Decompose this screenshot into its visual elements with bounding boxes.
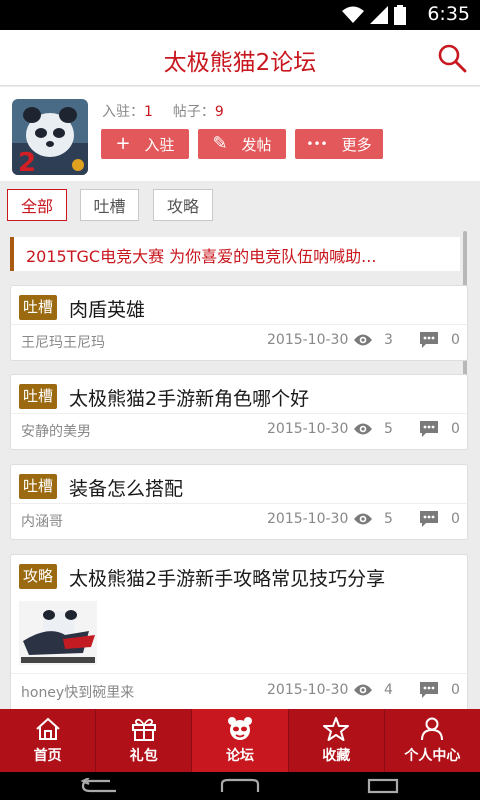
eye-icon xyxy=(354,513,372,525)
search-icon[interactable] xyxy=(436,42,468,74)
forum-profile: 2 入驻：1 帖子：9 + 入驻 ✎ 发帖 ••• 更多 xyxy=(0,87,480,181)
post-card[interactable]: 吐槽 装备怎么搭配 内涵哥 2015-10-30 5 0 xyxy=(10,464,468,540)
post-date: 2015-10-30 xyxy=(267,682,349,698)
post-card[interactable]: 攻略 太极熊猫2手游新手攻略常见技巧分享 honey快到碗里来 2015-10-… xyxy=(10,554,468,709)
tab-forum-label: 论坛 xyxy=(226,748,254,764)
post-thumbnail xyxy=(19,601,97,665)
forum-stats: 入驻：1 帖子：9 xyxy=(102,101,224,121)
announcement-text: 2015TGC电竞大赛 为你喜爱的电竞队伍呐喊助... xyxy=(26,247,377,266)
post-title: 装备怎么搭配 xyxy=(69,478,184,500)
post-date: 2015-10-30 xyxy=(267,511,349,527)
tab-gifts-label: 礼包 xyxy=(129,748,158,764)
post-views: 5 xyxy=(384,511,393,527)
post-title: 太极熊猫2手游新角色哪个好 xyxy=(69,388,310,410)
post-comments: 0 xyxy=(451,511,460,527)
tab-profile[interactable]: 个人中心 xyxy=(385,709,480,772)
user-icon xyxy=(421,717,444,741)
post-comments: 0 xyxy=(451,682,460,698)
post-list[interactable]: 2015TGC电竞大赛 为你喜爱的电竞队伍呐喊助... 吐槽 肉盾英雄 王尼玛王… xyxy=(0,229,480,709)
home-button-icon[interactable] xyxy=(218,778,262,794)
posts-label: 帖子： xyxy=(172,104,215,120)
comment-icon xyxy=(420,421,438,437)
join-button-label: 入驻 xyxy=(144,135,175,154)
announcement-banner[interactable]: 2015TGC电竞大赛 为你喜爱的电竞队伍呐喊助... xyxy=(10,237,460,271)
filter-guides[interactable]: 攻略 xyxy=(153,189,213,221)
gift-icon xyxy=(131,718,156,741)
post-tag: 吐槽 xyxy=(19,384,58,409)
signal-icon xyxy=(370,6,388,24)
svg-text:2: 2 xyxy=(18,148,36,175)
tab-gifts[interactable]: 礼包 xyxy=(96,709,193,772)
tab-profile-label: 个人中心 xyxy=(404,748,461,764)
bottom-tab-bar: 首页 礼包 论坛 收藏 个人中心 xyxy=(0,709,480,772)
post-author: honey快到碗里来 xyxy=(21,685,135,701)
recent-apps-icon[interactable] xyxy=(366,778,400,794)
more-icon: ••• xyxy=(306,137,328,151)
status-time: 6:35 xyxy=(427,3,470,25)
tab-home[interactable]: 首页 xyxy=(0,709,97,772)
forum-avatar: 2 xyxy=(12,99,88,175)
posts-count: 9 xyxy=(214,104,224,120)
more-button-label: 更多 xyxy=(341,135,372,154)
battery-icon xyxy=(394,5,406,25)
pencil-icon: ✎ xyxy=(212,133,228,154)
post-card[interactable]: 吐槽 肉盾英雄 王尼玛王尼玛 2015-10-30 3 0 xyxy=(10,285,468,361)
post-author: 内涵哥 xyxy=(21,514,63,530)
post-comments: 0 xyxy=(451,421,460,437)
filter-tabs: 全部 吐槽 攻略 xyxy=(0,181,480,229)
system-nav-bar xyxy=(0,772,480,800)
post-comments: 0 xyxy=(451,332,460,348)
page-title: 太极熊猫2论坛 xyxy=(163,50,317,76)
post-card[interactable]: 吐槽 太极熊猫2手游新角色哪个好 安静的美男 2015-10-30 5 0 xyxy=(10,374,468,450)
joined-count: 1 xyxy=(144,104,153,120)
post-author: 王尼玛王尼玛 xyxy=(21,335,105,351)
filter-complaints[interactable]: 吐槽 xyxy=(80,189,139,221)
profile-actions: + 入驻 ✎ 发帖 ••• 更多 xyxy=(101,129,383,159)
comment-icon xyxy=(420,511,438,527)
post-title: 太极熊猫2手游新手攻略常见技巧分享 xyxy=(69,568,386,590)
post-tag: 吐槽 xyxy=(19,295,58,320)
post-views: 3 xyxy=(384,332,393,348)
filter-all[interactable]: 全部 xyxy=(7,189,67,221)
post-title: 肉盾英雄 xyxy=(69,299,146,321)
post-date: 2015-10-30 xyxy=(267,332,349,348)
new-post-button[interactable]: ✎ 发帖 xyxy=(198,129,286,159)
status-icons xyxy=(342,5,406,25)
tab-favorites[interactable]: 收藏 xyxy=(289,709,385,772)
app-header: 太极熊猫2论坛 xyxy=(0,30,480,86)
wifi-icon xyxy=(342,6,364,23)
tab-home-label: 首页 xyxy=(33,748,62,764)
eye-icon xyxy=(354,423,372,435)
back-icon[interactable] xyxy=(80,778,120,794)
joined-label: 入驻： xyxy=(102,104,144,120)
new-post-button-label: 发帖 xyxy=(241,135,272,154)
eye-icon xyxy=(354,684,372,696)
status-bar: 6:35 xyxy=(0,0,480,30)
post-views: 5 xyxy=(384,421,393,437)
post-author: 安静的美男 xyxy=(21,424,91,440)
plus-icon: + xyxy=(115,133,131,154)
forum-icon xyxy=(228,717,252,740)
post-date: 2015-10-30 xyxy=(267,421,349,437)
post-tag: 吐槽 xyxy=(19,474,58,499)
eye-icon xyxy=(354,334,372,346)
star-icon xyxy=(323,717,350,741)
tab-favorites-label: 收藏 xyxy=(322,748,351,764)
more-button[interactable]: ••• 更多 xyxy=(295,129,383,159)
comment-icon xyxy=(420,682,438,698)
comment-icon xyxy=(420,332,438,348)
post-tag: 攻略 xyxy=(19,564,58,589)
join-button[interactable]: + 入驻 xyxy=(101,129,189,159)
tab-forum[interactable]: 论坛 xyxy=(192,709,289,772)
post-views: 4 xyxy=(384,682,393,698)
home-icon xyxy=(35,717,60,740)
